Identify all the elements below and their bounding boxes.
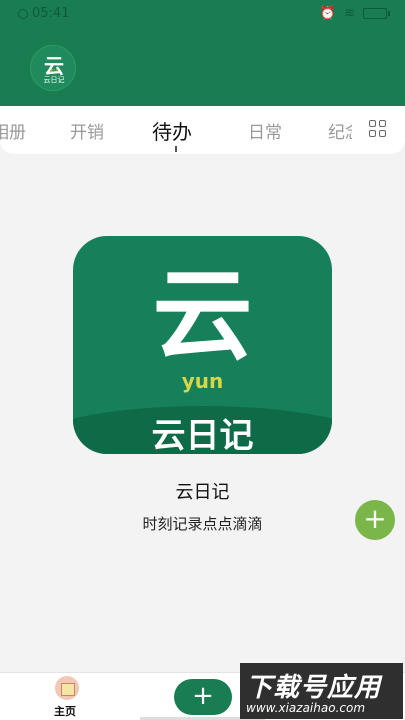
watermark-title: 下载号应用 bbox=[246, 673, 382, 703]
app-logo-yun: yun bbox=[181, 369, 224, 393]
app-logo-icon: 云 yun 云日记 bbox=[73, 236, 332, 454]
avatar[interactable]: 云 yun 云日记 bbox=[30, 45, 76, 91]
home-icon[interactable] bbox=[55, 676, 79, 700]
battery-icon bbox=[363, 8, 390, 19]
status-time: 05:41 bbox=[32, 6, 70, 21]
watermark-url: www.xiazaihao.com bbox=[246, 701, 366, 715]
status-icons: ⏰ ≋ bbox=[319, 6, 390, 21]
wifi-icon: ≋ bbox=[344, 6, 355, 21]
app-logo-name: 云日记 bbox=[151, 416, 254, 454]
status-bar: 05:41 ⏰ ≋ bbox=[0, 0, 405, 28]
grid-icon[interactable] bbox=[369, 120, 387, 138]
app-slogan: 时刻记录点点滴滴 bbox=[142, 515, 263, 533]
app-header: 云 yun 云日记 bbox=[0, 28, 405, 110]
category-tabs: 相册 开销 待办 日常 纪念 bbox=[0, 106, 405, 154]
tab-todo[interactable]: 待办 bbox=[152, 116, 192, 145]
logo-subtitle: 云日记 bbox=[43, 76, 65, 84]
add-entry-button[interactable]: + bbox=[355, 500, 395, 540]
notification-icon bbox=[18, 8, 28, 19]
app-name: 云日记 bbox=[175, 482, 230, 503]
app-logo-char: 云 bbox=[152, 257, 253, 374]
alarm-icon: ⏰ bbox=[319, 6, 337, 21]
tab-expenses[interactable]: 开销 bbox=[70, 118, 104, 143]
tab-daily[interactable]: 日常 bbox=[248, 118, 282, 143]
tab-album[interactable]: 相册 bbox=[0, 118, 26, 143]
tab-indicator bbox=[175, 146, 177, 152]
logo-yun: yun bbox=[49, 68, 59, 74]
status-time-group: 05:41 bbox=[18, 6, 69, 21]
bottom-add-button[interactable]: + bbox=[174, 679, 232, 715]
tab-anniversary[interactable]: 纪念 bbox=[328, 118, 352, 143]
watermark: 下载号应用 www.xiazaihao.com bbox=[240, 663, 403, 719]
home-label[interactable]: 主页 bbox=[54, 703, 76, 719]
